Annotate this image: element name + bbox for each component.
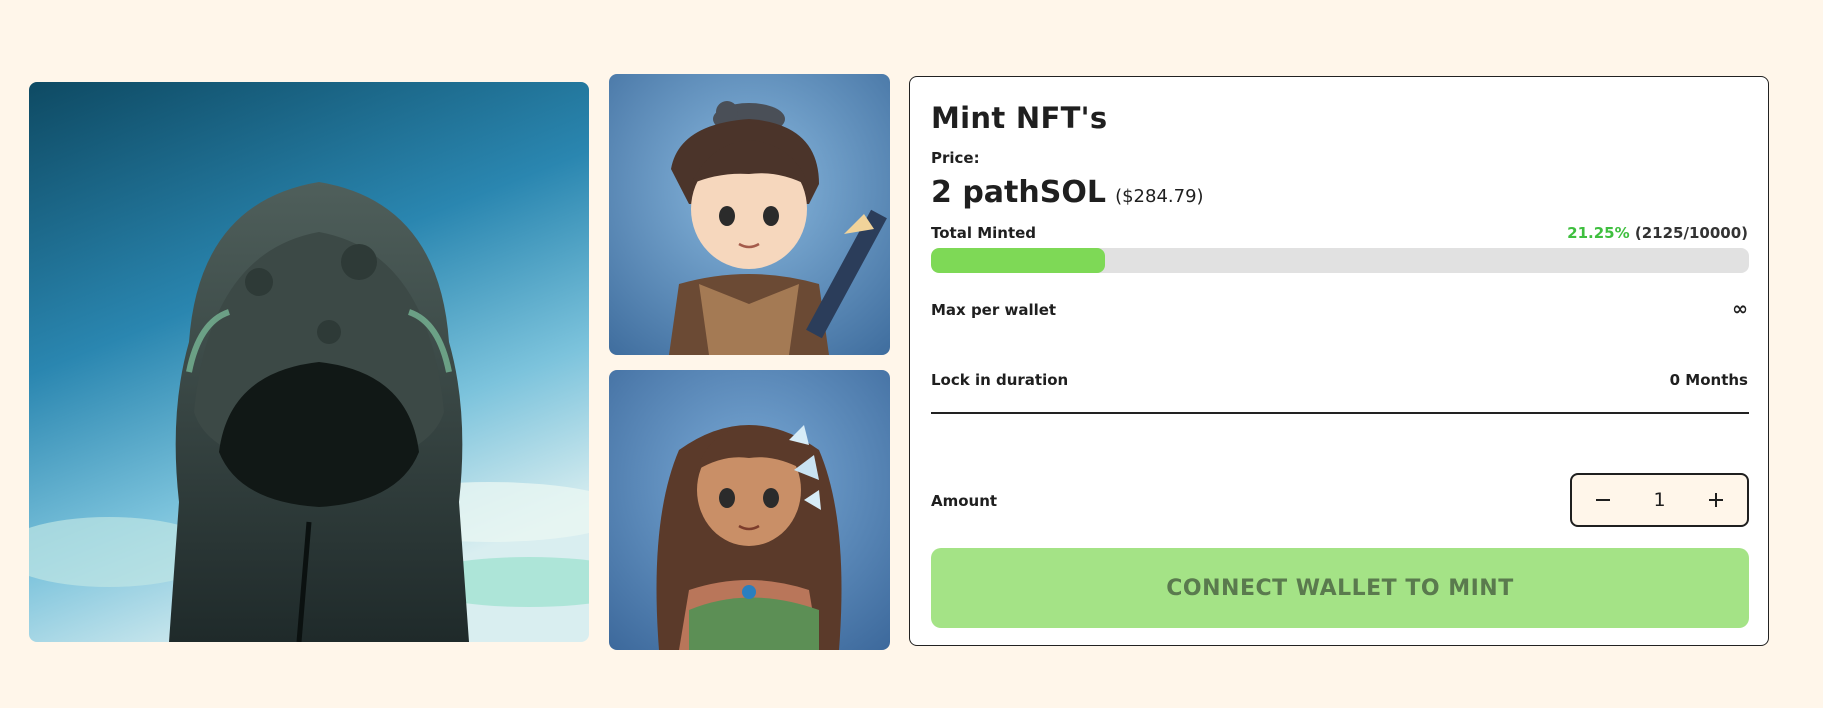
- divider: [931, 412, 1749, 414]
- price-label: Price:: [931, 149, 980, 167]
- nft-preview-top: [609, 74, 890, 355]
- mint-progress-bar: [931, 248, 1749, 273]
- price-value: 2 pathSOL: [931, 175, 1106, 210]
- max-per-wallet-label: Max per wallet: [931, 301, 1057, 319]
- girl-with-butterflies-image: [609, 370, 890, 650]
- mint-progress-fill: [931, 248, 1105, 273]
- mint-panel: Mint NFT's Price: 2 pathSOL ($284.79) To…: [909, 76, 1769, 646]
- amount-label: Amount: [931, 492, 998, 510]
- amount-stepper: 1: [1570, 473, 1749, 527]
- increment-button[interactable]: [1689, 475, 1743, 525]
- total-minted-label: Total Minted: [931, 224, 1037, 242]
- nft-preview-bottom: [609, 370, 890, 650]
- boy-with-cat-image: [609, 74, 890, 355]
- lock-duration-label: Lock in duration: [931, 371, 1069, 389]
- minted-stats: 21.25% (2125/10000): [1567, 224, 1748, 242]
- price-usd: ($284.79): [1115, 186, 1204, 207]
- minted-percent: 21.25%: [1567, 224, 1630, 242]
- amount-value[interactable]: 1: [1626, 475, 1693, 525]
- connect-wallet-button[interactable]: CONNECT WALLET TO MINT: [931, 548, 1749, 628]
- decrement-button[interactable]: [1576, 475, 1630, 525]
- minted-count: (2125/10000): [1634, 224, 1748, 242]
- mint-title: Mint NFT's: [931, 101, 1108, 135]
- price-row: 2 pathSOL ($284.79): [931, 175, 1204, 210]
- plus-icon: [1709, 493, 1723, 507]
- nft-preview-main: [29, 82, 589, 642]
- hooded-figure-image: [29, 82, 589, 642]
- max-per-wallet-value: ∞: [1732, 298, 1748, 320]
- minus-icon: [1596, 499, 1610, 501]
- lock-duration-value: 0 Months: [1669, 371, 1748, 389]
